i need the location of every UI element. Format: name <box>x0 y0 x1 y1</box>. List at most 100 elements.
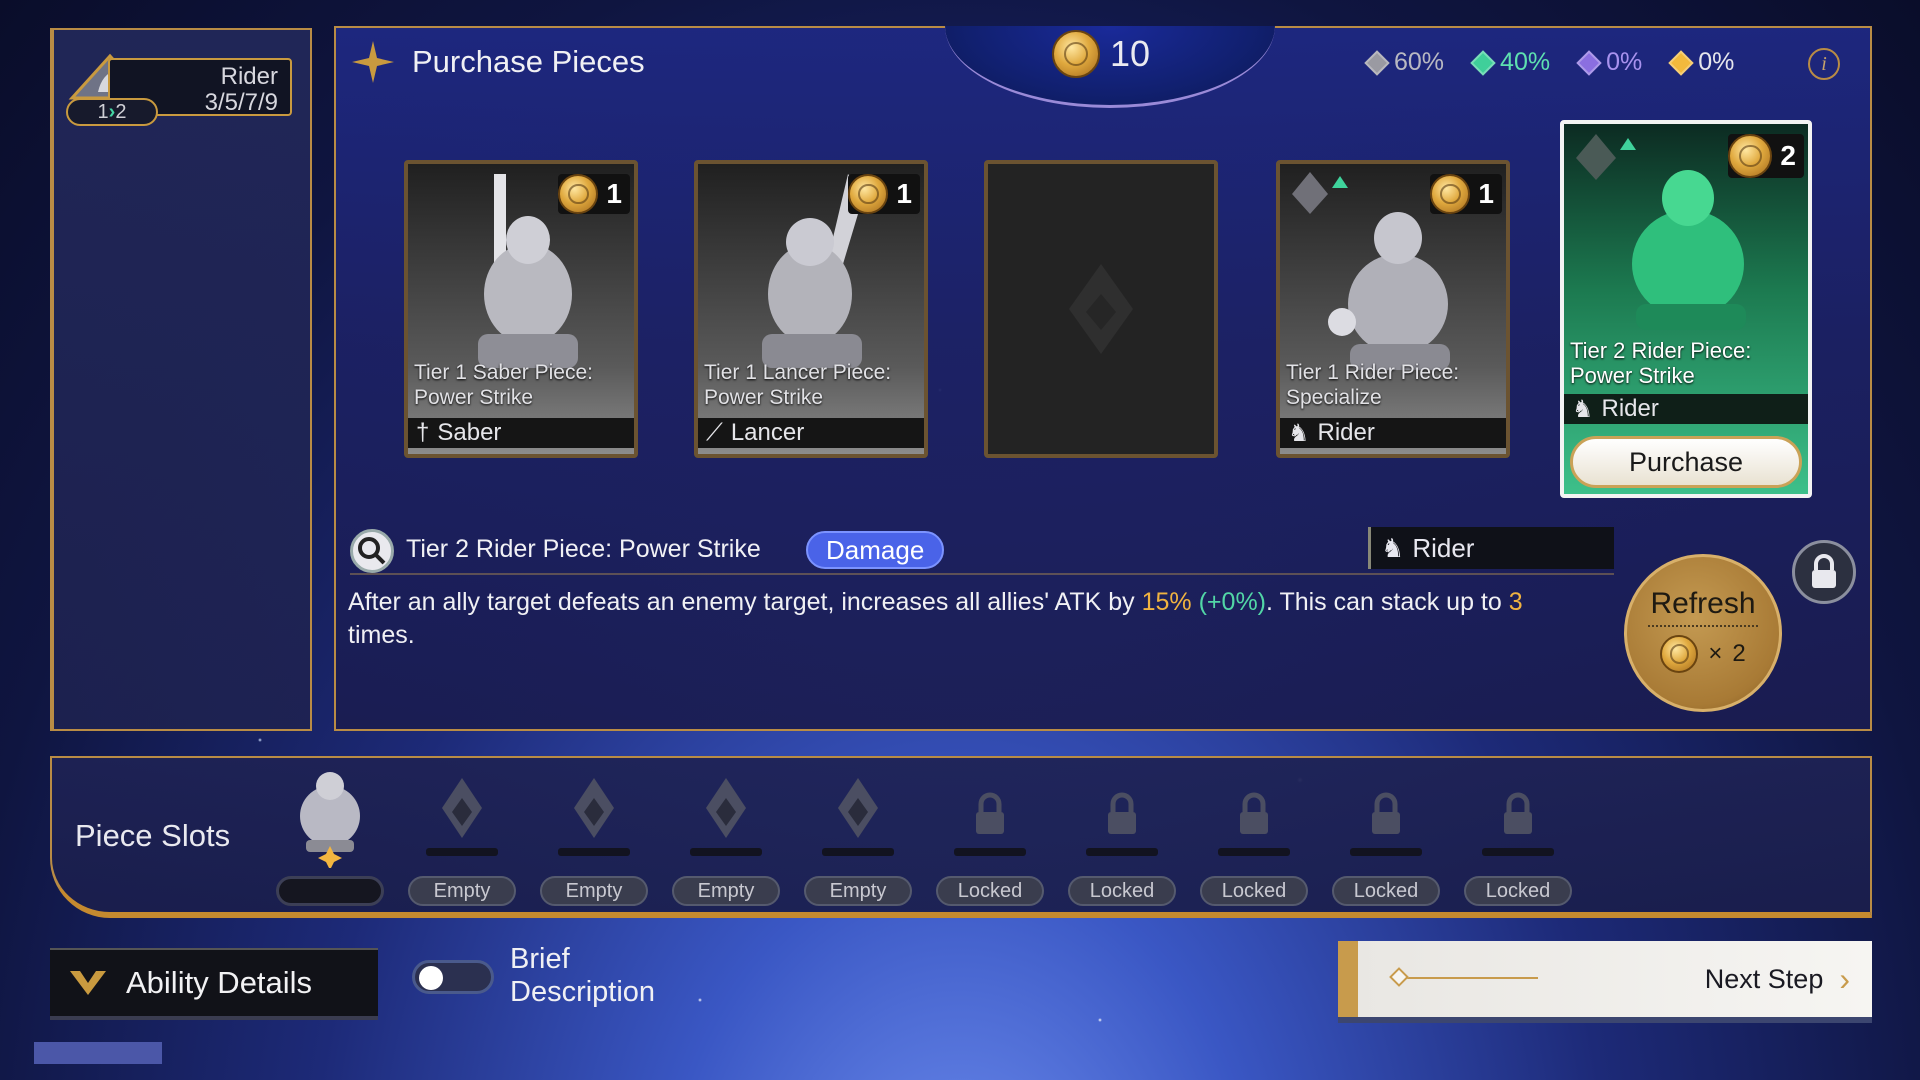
piece-slot-locked: Locked <box>1200 768 1308 910</box>
class-level: 1›2 <box>66 98 158 126</box>
lock-icon <box>1350 792 1422 856</box>
detail-class: ♞ Rider <box>1368 527 1614 569</box>
odds-value: 0% <box>1606 48 1643 76</box>
desc-percent: 15% <box>1141 588 1192 616</box>
card-cost: 1 <box>1430 174 1502 214</box>
card-class: ♞ Rider <box>1564 394 1808 424</box>
piece-slot[interactable]: Empty <box>804 768 912 910</box>
piece-card-empty <box>984 160 1218 458</box>
cost-value: 1 <box>606 178 622 209</box>
slot-label: Locked <box>1464 876 1572 906</box>
ability-details-button[interactable]: Ability Details <box>50 948 378 1016</box>
lock-icon <box>954 792 1026 856</box>
card-cost: 1 <box>848 174 920 214</box>
coin-count: 10 <box>1110 33 1151 74</box>
piece-slot[interactable]: Empty <box>540 768 648 910</box>
piece-slot[interactable] <box>276 768 384 910</box>
coin-icon <box>1728 134 1773 178</box>
desc-part: times. <box>348 621 415 649</box>
next-step-button[interactable]: Next Step › <box>1338 941 1872 1017</box>
next-step-label: Next Step <box>1704 963 1824 994</box>
info-icon[interactable]: i <box>1808 48 1840 80</box>
desc-bonus: (+0%) <box>1198 588 1266 616</box>
lock-icon <box>1086 792 1158 856</box>
gem-icon <box>1470 49 1496 76</box>
horse-icon: ♞ <box>1381 532 1405 563</box>
odds-value: 0% <box>1698 48 1735 76</box>
chevron-right-icon: › <box>1839 960 1850 997</box>
odds-tier-3: 0% <box>1576 48 1643 77</box>
coin-icon <box>848 174 889 214</box>
panel-title: Purchase Pieces <box>412 44 645 79</box>
card-name: Tier 1 Saber Piece: Power Strike <box>414 361 593 409</box>
lance-icon: ⟋ <box>706 419 723 446</box>
piece-card-rider[interactable]: 1 Tier 1 Rider Piece: Specialize ♞ Rider <box>1276 160 1510 458</box>
search-icon[interactable] <box>350 529 394 573</box>
coin-icon <box>1660 635 1699 673</box>
refresh-times: × <box>1708 640 1723 667</box>
purchase-button[interactable]: Purchase <box>1570 436 1802 488</box>
class-label: Saber <box>437 419 502 446</box>
class-label: Rider <box>1601 395 1659 422</box>
odds-tier-4: 0% <box>1668 48 1735 77</box>
progress-indicator <box>34 1042 162 1064</box>
odds-tier-2: 40% <box>1470 48 1550 77</box>
detail-title: Tier 2 Rider Piece: Power Strike <box>406 535 761 563</box>
slot-empty-icon <box>558 778 630 856</box>
piece-slot[interactable]: Empty <box>408 768 516 910</box>
card-cost: 1 <box>558 174 630 214</box>
card-cost: 2 <box>1728 134 1804 178</box>
coin-icon <box>1052 30 1100 78</box>
card-name: Tier 1 Lancer Piece: Power Strike <box>704 361 892 409</box>
gem-icon <box>1364 49 1390 76</box>
cost-value: 2 <box>1780 140 1796 171</box>
gem-icon <box>1576 49 1602 76</box>
card-class: ⟋ Lancer <box>698 418 924 448</box>
lock-icon <box>1218 792 1290 856</box>
slot-empty-icon <box>690 778 762 856</box>
piece-card-saber[interactable]: 1 Tier 1 Saber Piece: Power Strike † Sabe… <box>404 160 638 458</box>
slot-label: Locked <box>1200 876 1308 906</box>
card-name: Tier 2 Rider Piece: Power Strike <box>1570 338 1752 388</box>
sparkle-icon <box>352 41 394 83</box>
lock-icon <box>1812 554 1836 588</box>
cost-value: 1 <box>896 178 912 209</box>
odds-value: 60% <box>1394 48 1445 76</box>
piece-card-selected[interactable]: 2 Tier 2 Rider Piece: Power Strike ♞ Ride… <box>1560 120 1812 498</box>
piece-slot-locked: Locked <box>936 768 1044 910</box>
slot-label: Locked <box>1332 876 1440 906</box>
detail-class-label: Rider <box>1412 532 1475 563</box>
lock-shop-button[interactable] <box>1792 540 1856 604</box>
refresh-cost: × 2 <box>1627 635 1779 673</box>
ability-chevron-icon <box>70 971 106 995</box>
cost-value: 1 <box>1478 178 1494 209</box>
coin-icon <box>558 174 599 214</box>
brief-line-1: Brief <box>510 943 570 975</box>
card-class: ♞ Rider <box>1280 418 1506 448</box>
empty-card-emblem <box>1069 264 1133 354</box>
class-panel <box>50 28 312 731</box>
class-label: Rider <box>1317 419 1375 446</box>
piece-slots-title: Piece Slots <box>75 818 231 853</box>
detail-description: After an ally target defeats an enemy ta… <box>348 586 1578 652</box>
coin-icon <box>1430 174 1471 214</box>
slot-empty-icon <box>822 778 894 856</box>
refresh-cost-value: 2 <box>1732 640 1746 667</box>
horse-icon: ♞ <box>1288 419 1310 447</box>
piece-slot[interactable]: Empty <box>672 768 780 910</box>
piece-card-lancer[interactable]: 1 Tier 1 Lancer Piece: Power Strike ⟋ Lan… <box>694 160 928 458</box>
panel-header: Purchase Pieces <box>350 40 645 84</box>
odds-tier-1: 60% <box>1364 48 1445 77</box>
brief-description-toggle[interactable] <box>412 960 494 994</box>
slot-label: Empty <box>540 876 648 906</box>
desc-part: After an ally target defeats an enemy ta… <box>348 588 1142 616</box>
tier-odds: 60% 40% 0% 0% <box>1364 48 1735 77</box>
level-to: 2 <box>115 101 127 123</box>
toggle-knob <box>419 966 443 990</box>
gem-icon <box>1668 49 1694 76</box>
brief-line-2: Description <box>510 976 656 1008</box>
sword-icon: † <box>416 419 430 446</box>
refresh-button[interactable]: Refresh × 2 <box>1624 554 1782 712</box>
class-synergy-tag[interactable]: Rider 3/5/7/9 1›2 <box>64 50 292 126</box>
slot-label: Empty <box>408 876 516 906</box>
